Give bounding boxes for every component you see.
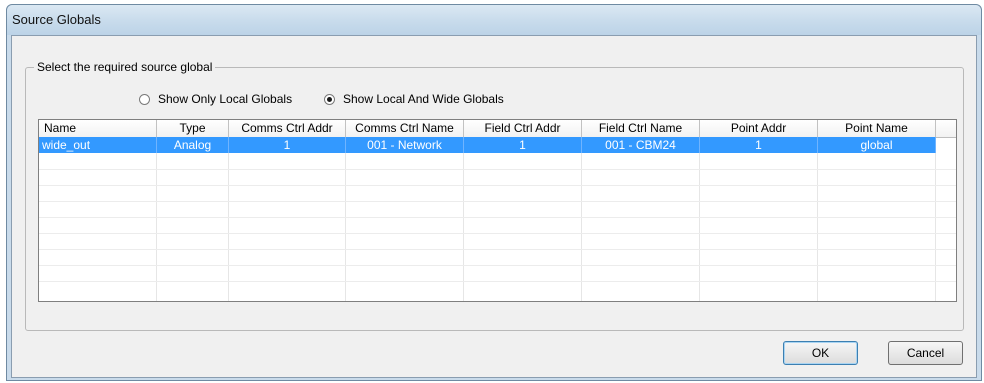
row-divider [39, 281, 956, 282]
radio-show-local-and-wide[interactable]: Show Local And Wide Globals [324, 91, 504, 107]
row-divider [39, 217, 956, 218]
radio-label-wide[interactable]: Show Local And Wide Globals [343, 92, 504, 106]
row-divider [39, 185, 956, 186]
group-label: Select the required source global [34, 60, 216, 74]
cell-point-name[interactable]: global [818, 137, 936, 153]
cell-field-ctrl-name[interactable]: 001 - CBM24 [582, 137, 700, 153]
column-header-comms-ctrl-name[interactable]: Comms Ctrl Name [346, 120, 464, 137]
dialog-window: Source Globals Select the required sourc… [6, 4, 982, 381]
row-divider [39, 169, 956, 170]
window-title: Source Globals [12, 12, 101, 27]
cell-name[interactable]: wide_out [39, 137, 157, 153]
column-header-type[interactable]: Type [157, 120, 229, 137]
cell-comms-ctrl-addr[interactable]: 1 [229, 137, 346, 153]
row-divider [39, 201, 956, 202]
cell-comms-ctrl-name[interactable]: 001 - Network [346, 137, 464, 153]
dialog-client-area: Select the required source global Show O… [11, 35, 977, 378]
cell-point-addr[interactable]: 1 [700, 137, 818, 153]
column-header-point-addr[interactable]: Point Addr [700, 120, 818, 137]
row-divider [39, 249, 956, 250]
column-header-field-ctrl-addr[interactable]: Field Ctrl Addr [464, 120, 582, 137]
radio-label-local[interactable]: Show Only Local Globals [158, 92, 292, 106]
cell-field-ctrl-addr[interactable]: 1 [464, 137, 582, 153]
radio-show-only-local[interactable]: Show Only Local Globals [139, 91, 292, 107]
column-header-field-ctrl-name[interactable]: Field Ctrl Name [582, 120, 700, 137]
column-header-comms-ctrl-addr[interactable]: Comms Ctrl Addr [229, 120, 346, 137]
ok-button[interactable]: OK [783, 341, 858, 365]
row-divider [39, 265, 956, 266]
row-divider [39, 233, 956, 234]
table-header: Name Type Comms Ctrl Addr Comms Ctrl Nam… [39, 120, 956, 138]
column-header-point-name[interactable]: Point Name [818, 120, 936, 137]
cell-type[interactable]: Analog [157, 137, 229, 153]
title-bar[interactable]: Source Globals [7, 5, 981, 35]
radio-button-icon[interactable] [139, 93, 150, 105]
cancel-button[interactable]: Cancel [888, 341, 963, 365]
globals-table[interactable]: Name Type Comms Ctrl Addr Comms Ctrl Nam… [38, 119, 957, 302]
radio-button-checked-icon[interactable] [324, 93, 335, 105]
table-row-selected[interactable]: wide_out Analog 1 001 - Network 1 001 - … [39, 137, 936, 153]
column-header-name[interactable]: Name [39, 120, 157, 137]
